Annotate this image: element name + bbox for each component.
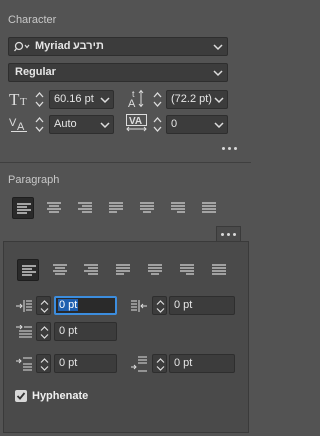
tracking-field[interactable]: 0 bbox=[166, 115, 228, 134]
hyphenate-label[interactable]: Hyphenate bbox=[32, 390, 88, 402]
justify-last-right-button[interactable] bbox=[167, 197, 189, 219]
chevron-down-icon[interactable] bbox=[212, 41, 224, 53]
font-size-icon: TT bbox=[9, 90, 31, 108]
popup-align-left-button[interactable] bbox=[17, 259, 39, 281]
align-left-button[interactable] bbox=[12, 197, 34, 219]
font-family-value: תירבע bbox=[73, 40, 104, 52]
first-line-indent-value: 0 pt bbox=[59, 325, 78, 337]
tracking-stepper[interactable] bbox=[152, 115, 163, 134]
popup-align-center-button[interactable] bbox=[49, 259, 71, 281]
kerning-stepper[interactable] bbox=[34, 115, 45, 134]
chevron-down-icon[interactable] bbox=[99, 119, 111, 131]
chevron-down-icon[interactable] bbox=[213, 94, 225, 106]
svg-text:VA: VA bbox=[129, 116, 142, 127]
right-indent-value: 0 pt bbox=[174, 299, 193, 311]
paragraph-section-title: Paragraph bbox=[8, 174, 60, 186]
font-size-value: 60.16 pt bbox=[54, 93, 94, 105]
popup-justify-last-right-button[interactable] bbox=[176, 259, 198, 281]
left-indent-input[interactable]: 0 pt bbox=[54, 296, 117, 315]
space-after-stepper[interactable] bbox=[152, 354, 167, 373]
space-after-input[interactable]: 0 pt bbox=[169, 354, 235, 373]
align-right-button[interactable] bbox=[74, 197, 96, 219]
space-before-stepper[interactable] bbox=[36, 354, 51, 373]
chevron-down-icon[interactable] bbox=[213, 119, 225, 131]
left-indent-stepper[interactable] bbox=[36, 296, 51, 315]
leading-stepper[interactable] bbox=[152, 90, 163, 109]
svg-text:V: V bbox=[9, 117, 17, 129]
justify-last-left-button[interactable] bbox=[105, 197, 127, 219]
chevron-down-icon[interactable] bbox=[212, 67, 224, 79]
space-after-icon bbox=[131, 356, 147, 372]
svg-text:T: T bbox=[20, 96, 27, 108]
right-indent-input[interactable]: 0 pt bbox=[169, 296, 235, 315]
kerning-field[interactable]: Auto bbox=[49, 115, 114, 134]
align-center-button[interactable] bbox=[43, 197, 65, 219]
popup-justify-last-left-button[interactable] bbox=[112, 259, 134, 281]
justify-all-button[interactable] bbox=[198, 197, 220, 219]
leading-icon: tA bbox=[128, 88, 146, 108]
left-indent-value: 0 pt bbox=[58, 299, 79, 311]
character-more-options-icon[interactable] bbox=[221, 145, 239, 153]
paragraph-options-popup: 0 pt 0 pt 0 pt 0 pt 0 pt Hyphenate bbox=[3, 241, 249, 433]
properties-panel: Character Myriad תירבע Regular TT 60.16 … bbox=[0, 0, 251, 436]
tracking-icon: VA bbox=[126, 114, 148, 132]
font-size-stepper[interactable] bbox=[34, 90, 45, 109]
space-before-input[interactable]: 0 pt bbox=[54, 354, 117, 373]
first-line-indent-stepper[interactable] bbox=[36, 322, 51, 341]
first-line-indent-input[interactable]: 0 pt bbox=[54, 322, 117, 341]
hyphenate-checkbox[interactable] bbox=[15, 390, 27, 402]
first-line-indent-icon bbox=[16, 325, 32, 339]
font-family-prefix: Myriad bbox=[35, 40, 71, 52]
svg-text:T: T bbox=[9, 90, 20, 108]
paragraph-more-options-icon[interactable] bbox=[220, 231, 238, 239]
character-section-title: Character bbox=[8, 14, 57, 26]
font-size-field[interactable]: 60.16 pt bbox=[49, 90, 114, 109]
justify-last-center-button[interactable] bbox=[136, 197, 158, 219]
leading-value: (72.2 pt) bbox=[171, 93, 212, 105]
section-divider bbox=[0, 162, 251, 163]
svg-text:A: A bbox=[128, 98, 136, 108]
font-style-value: Regular bbox=[15, 66, 56, 78]
tracking-value: 0 bbox=[171, 118, 178, 130]
kerning-value: Auto bbox=[54, 118, 77, 130]
popup-justify-all-button[interactable] bbox=[208, 259, 230, 281]
space-before-icon bbox=[16, 357, 32, 371]
font-style-field[interactable]: Regular bbox=[8, 63, 228, 82]
popup-justify-last-center-button[interactable] bbox=[144, 259, 166, 281]
right-indent-stepper[interactable] bbox=[152, 296, 167, 315]
search-icon bbox=[14, 41, 32, 53]
space-before-value: 0 pt bbox=[59, 357, 78, 369]
popup-align-right-button[interactable] bbox=[80, 259, 102, 281]
chevron-down-icon[interactable] bbox=[99, 94, 111, 106]
font-family-field[interactable]: Myriad תירבע bbox=[8, 37, 228, 56]
leading-field[interactable]: (72.2 pt) bbox=[166, 90, 228, 109]
left-indent-icon bbox=[16, 299, 32, 313]
space-after-value: 0 pt bbox=[174, 357, 193, 369]
right-indent-icon bbox=[131, 299, 147, 313]
kerning-icon: VA bbox=[9, 115, 31, 133]
